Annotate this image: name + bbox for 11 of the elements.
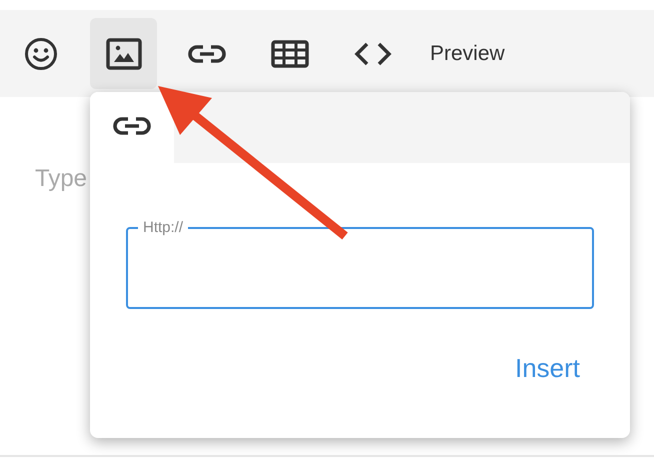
code-icon (354, 40, 392, 66)
preview-button[interactable]: Preview (422, 18, 513, 89)
image-icon (106, 38, 142, 70)
image-button[interactable] (90, 18, 157, 89)
link-icon (113, 116, 151, 136)
table-icon (270, 40, 308, 68)
url-field[interactable]: Http:// (126, 219, 594, 309)
link-icon (188, 44, 226, 64)
smiley-icon (24, 36, 58, 70)
field-label: Http:// (142, 219, 184, 237)
insert-button[interactable]: Insert (506, 353, 588, 384)
